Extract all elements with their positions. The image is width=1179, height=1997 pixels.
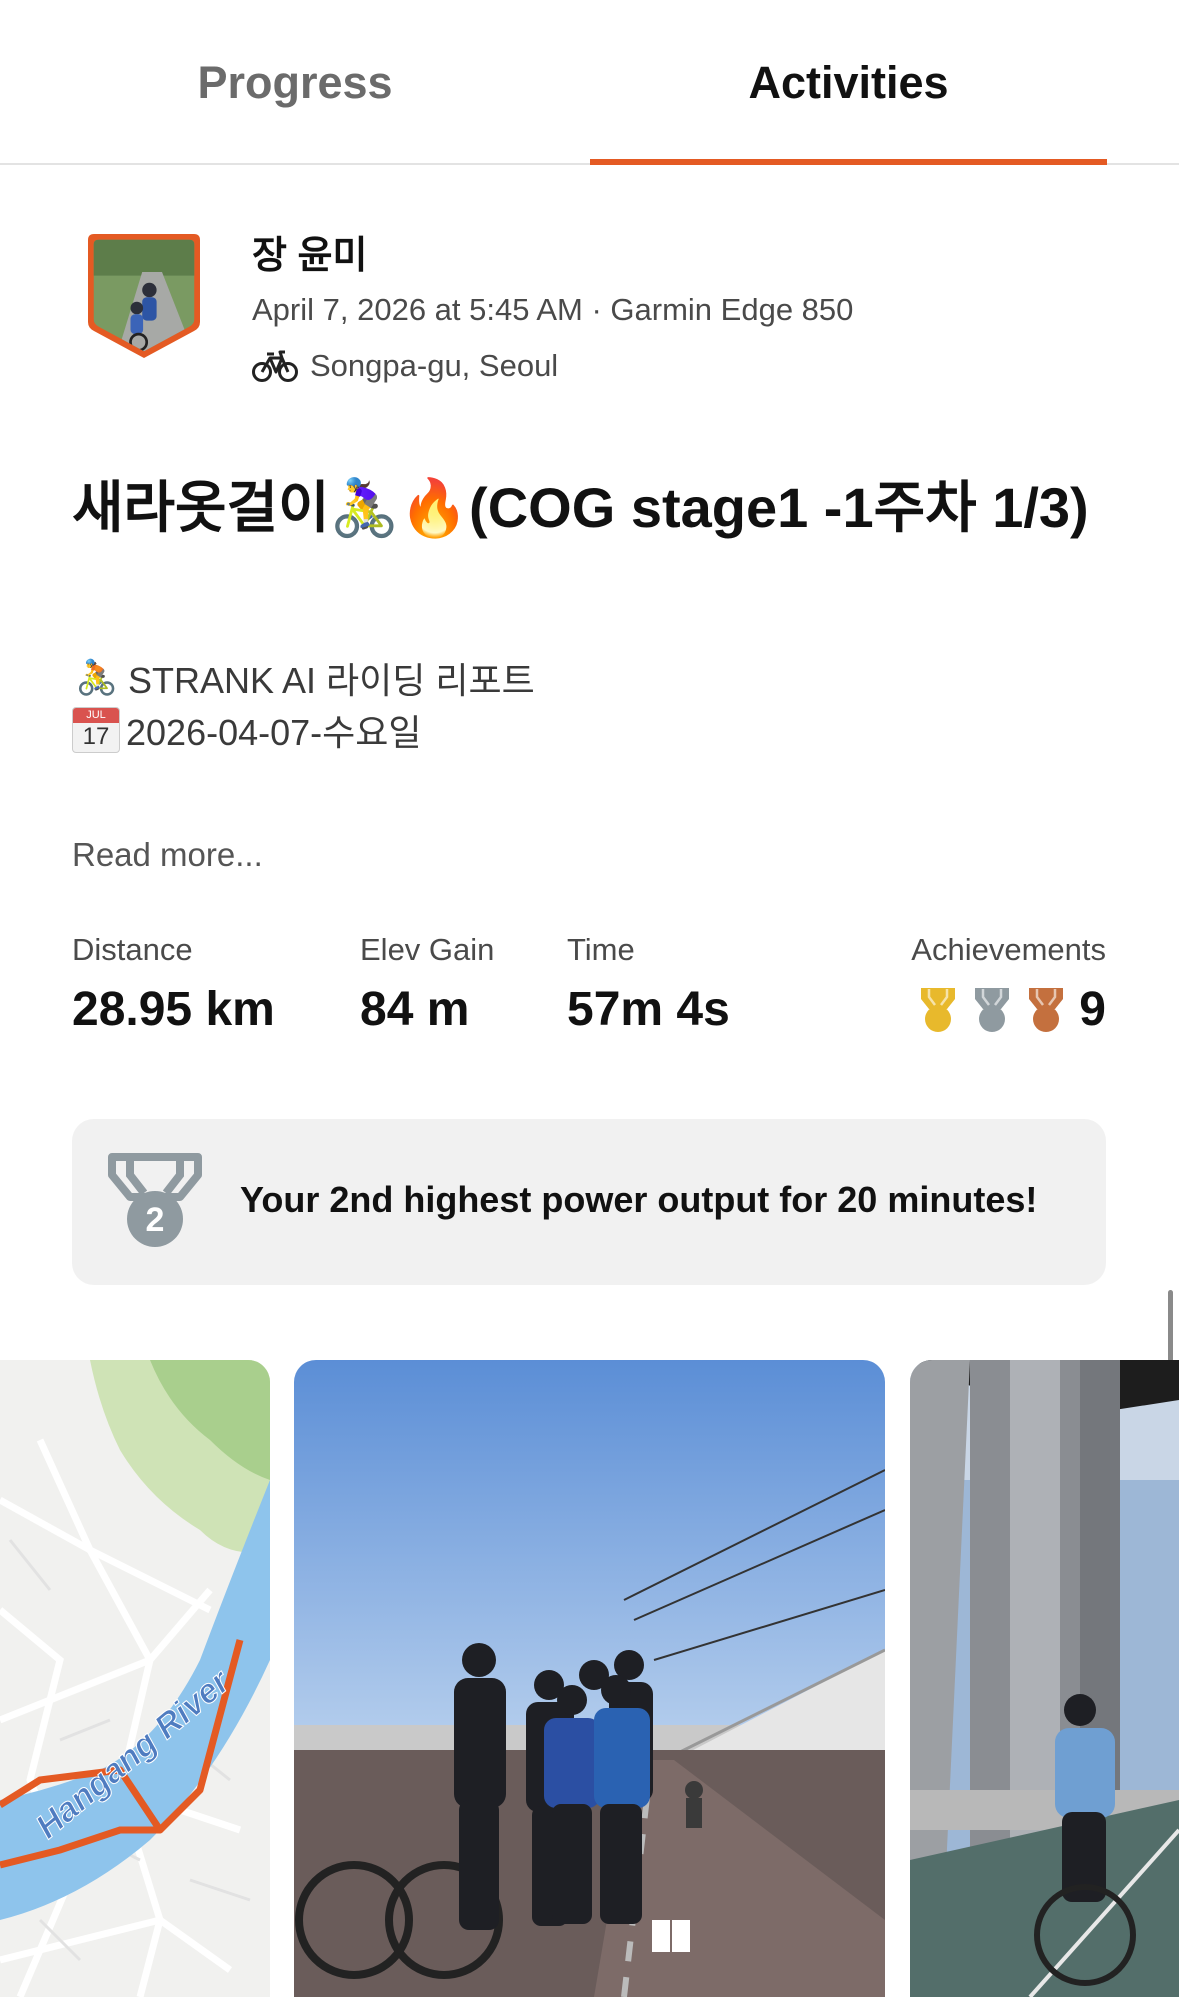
description-line-1: 🚴 STRANK AI 라이딩 리포트: [72, 652, 535, 704]
silver-medal-icon: 2: [108, 1153, 202, 1247]
achievements-label: Achievements: [911, 932, 1106, 967]
elev-gain-value: 84 m: [360, 983, 470, 1036]
athlete-avatar[interactable]: [84, 230, 204, 362]
activity-photo-riders[interactable]: [910, 1360, 1179, 1997]
elev-gain-label: Elev Gain: [360, 932, 495, 967]
activity-location: Songpa-gu, Seoul: [310, 348, 559, 383]
route-map-thumbnail[interactable]: Hangang River: [0, 1360, 270, 1997]
activity-datetime-device: April 7, 2026 at 5:45 AM · Garmin Edge 8…: [252, 292, 854, 327]
time-label: Time: [567, 932, 635, 967]
description-text-2: 2026-04-07-수요일: [126, 712, 422, 753]
calendar-day: 17: [82, 723, 110, 750]
bike-icon: [252, 350, 298, 382]
gold-medal-icon: [921, 987, 956, 1032]
scrollbar[interactable]: [1168, 1290, 1173, 1362]
tab-progress[interactable]: Progress: [0, 0, 590, 165]
read-more-link[interactable]: Read more...: [72, 836, 263, 874]
activity-location-row: Songpa-gu, Seoul: [252, 348, 558, 384]
activity-photo-group[interactable]: [294, 1360, 885, 1997]
achievements-summary[interactable]: 9: [915, 982, 1106, 1037]
distance-label: Distance: [72, 932, 193, 967]
description-text-1: STRANK AI 라이딩 리포트: [128, 660, 535, 701]
calendar-emoji-icon: JUL 17: [72, 707, 120, 753]
bronze-medal-icon: [1029, 987, 1064, 1032]
achievements-count: 9: [1079, 983, 1106, 1036]
medal-rank: 2: [146, 1201, 165, 1239]
silver-medal-icon: [975, 987, 1010, 1032]
achievement-banner[interactable]: 2 Your 2nd highest power output for 20 m…: [72, 1119, 1106, 1285]
description-line-2: JUL 17 2026-04-07-수요일: [72, 704, 422, 756]
time-value: 57m 4s: [567, 983, 730, 1036]
athlete-name[interactable]: 장 윤미: [252, 224, 367, 279]
tab-bar: Progress Activities: [0, 0, 1179, 165]
cyclist-emoji-icon: 🚴: [75, 659, 119, 697]
tab-activities[interactable]: Activities: [590, 0, 1107, 165]
calendar-month: JUL: [73, 708, 119, 723]
activity-title[interactable]: 새라옷걸이🚴‍♀️🔥(COG stage1 -1주차 1/3): [72, 468, 1112, 548]
achievement-text: Your 2nd highest power output for 20 min…: [240, 1179, 1038, 1220]
distance-value: 28.95 km: [72, 983, 275, 1036]
active-tab-indicator: [590, 159, 1107, 165]
